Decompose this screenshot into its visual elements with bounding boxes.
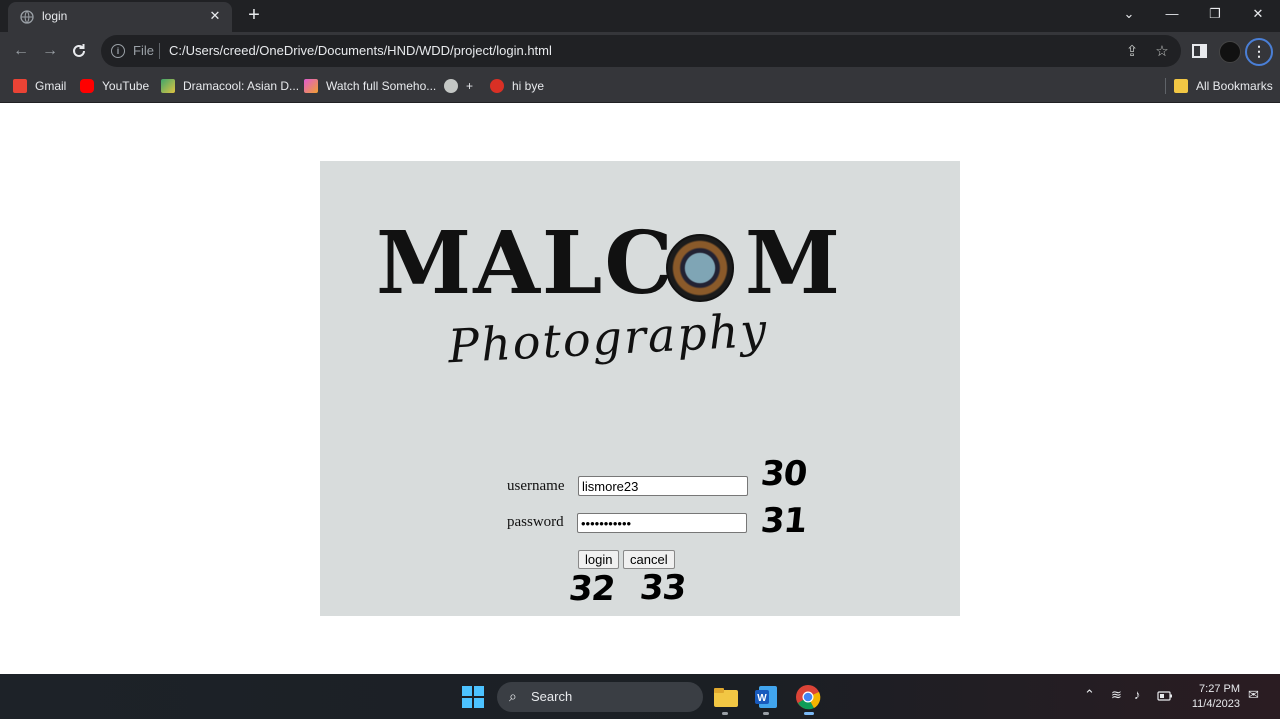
running-indicator xyxy=(722,712,728,715)
password-label: password xyxy=(507,514,564,530)
kissasian-icon xyxy=(304,79,318,93)
notification-icon[interactable]: ✉ xyxy=(1248,687,1259,703)
all-bookmarks-label: All Bookmarks xyxy=(1196,79,1273,93)
annotation-31: 31 xyxy=(758,501,809,541)
bookmark-dramacool[interactable]: Dramacool: Asian D... xyxy=(161,77,299,95)
login-button[interactable]: login xyxy=(578,550,620,569)
m-icon xyxy=(490,79,504,93)
tab-title: login xyxy=(42,9,68,23)
bookmark-plus[interactable]: + xyxy=(444,77,473,95)
browser-tab[interactable]: login ✕ xyxy=(8,2,232,32)
back-arrow-icon[interactable]: ← xyxy=(11,41,31,61)
dramacool-icon xyxy=(161,79,175,93)
bookmark-youtube[interactable]: YouTube xyxy=(80,77,149,95)
bookmark-star-icon[interactable]: ☆ xyxy=(1153,42,1171,60)
active-indicator xyxy=(804,712,814,715)
logo-malcom: MALC M xyxy=(376,221,842,307)
camera-lens-logo xyxy=(666,234,734,302)
clock-date: 11/4/2023 xyxy=(1191,698,1240,710)
side-panel-icon[interactable] xyxy=(1191,42,1209,60)
tab-search-button[interactable]: ⌄ xyxy=(1107,0,1151,28)
volume-icon[interactable]: ♪ xyxy=(1134,687,1141,702)
bookmark-label: YouTube xyxy=(102,79,150,93)
share-icon[interactable]: ⇪ xyxy=(1123,42,1141,60)
logo-text-end: M xyxy=(744,213,843,314)
clock-time: 7:27 PM xyxy=(1199,683,1240,695)
username-input[interactable] xyxy=(578,476,748,496)
more-menu-icon[interactable]: ⋮ xyxy=(1245,38,1273,66)
close-window-button[interactable]: ✕ xyxy=(1236,0,1280,28)
annotation-33: 33 xyxy=(637,568,688,608)
bookmark-label: Dramacool: Asian D... xyxy=(183,79,300,93)
annotation-30: 30 xyxy=(758,454,809,494)
forward-arrow-icon[interactable]: → xyxy=(40,41,60,61)
search-label: Search xyxy=(531,689,573,704)
svg-text:W: W xyxy=(757,693,767,704)
globe-icon xyxy=(20,10,34,24)
globe-icon xyxy=(444,79,458,93)
windows-taskbar: ⌕ Search W ⌃ ≋ ♪ 7:27 PM 11/4/2023 ✉ xyxy=(0,674,1280,719)
taskbar-search[interactable]: ⌕ Search xyxy=(497,682,703,712)
word-icon[interactable]: W xyxy=(753,684,779,710)
bookmark-watch-full[interactable]: Watch full Someho... xyxy=(304,77,436,95)
username-label: username xyxy=(507,478,565,494)
search-icon: ⌕ xyxy=(509,688,517,704)
folder-icon xyxy=(1174,79,1188,93)
windows-start-icon[interactable] xyxy=(461,685,485,709)
omnibox-divider xyxy=(159,43,160,59)
tray-chevron-icon[interactable]: ⌃ xyxy=(1084,687,1095,703)
bookmark-label: hi bye xyxy=(512,79,545,93)
running-indicator xyxy=(763,712,769,715)
address-bar[interactable]: i File C:/Users/creed/OneDrive/Documents… xyxy=(101,35,1181,67)
wifi-icon[interactable]: ≋ xyxy=(1111,687,1122,703)
restore-button[interactable]: ❐ xyxy=(1193,0,1237,28)
battery-icon[interactable] xyxy=(1157,690,1173,702)
profile-avatar[interactable] xyxy=(1219,41,1241,63)
bookmark-hi-bye[interactable]: hi bye xyxy=(490,77,544,95)
youtube-icon xyxy=(80,79,94,93)
system-clock[interactable]: 7:27 PM 11/4/2023 xyxy=(1186,682,1240,712)
file-explorer-icon[interactable] xyxy=(713,684,739,710)
logo-text-start: MALC xyxy=(376,213,675,314)
bookmark-label: + xyxy=(466,79,474,93)
password-input[interactable] xyxy=(577,513,747,533)
login-panel: MALCM Photography username 30 password 3… xyxy=(320,161,960,616)
bookmarks-bar: Gmail YouTube Dramacool: Asian D... Watc… xyxy=(0,70,1280,103)
bookmark-label: Gmail xyxy=(35,79,67,93)
bookmark-label: Watch full Someho... xyxy=(326,79,437,93)
all-bookmarks[interactable]: All Bookmarks xyxy=(1174,77,1273,95)
tab-close-icon[interactable]: ✕ xyxy=(206,7,224,25)
tab-strip: login ✕ + ⌄ — ❐ ✕ xyxy=(0,0,1280,32)
minimize-button[interactable]: — xyxy=(1150,0,1194,28)
chrome-icon[interactable] xyxy=(795,684,821,710)
browser-toolbar: ← → i File C:/Users/creed/OneDrive/Docum… xyxy=(0,32,1280,70)
gmail-icon xyxy=(13,79,27,93)
reload-icon[interactable] xyxy=(70,42,88,60)
info-icon[interactable]: i xyxy=(111,44,125,58)
bookmark-gmail[interactable]: Gmail xyxy=(13,77,66,95)
new-tab-button[interactable]: + xyxy=(243,4,265,26)
cancel-button[interactable]: cancel xyxy=(623,550,675,569)
bookmarks-divider xyxy=(1165,78,1166,94)
url-text[interactable]: C:/Users/creed/OneDrive/Documents/HND/WD… xyxy=(169,43,552,58)
file-label: File xyxy=(133,43,154,58)
annotation-32: 32 xyxy=(566,569,617,609)
